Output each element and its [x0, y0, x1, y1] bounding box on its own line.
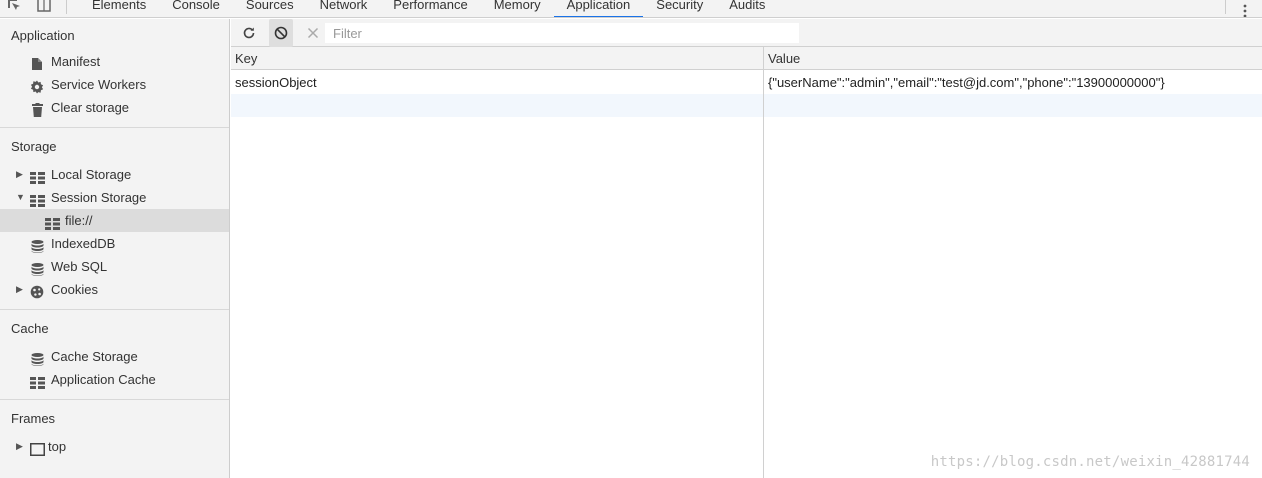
sidebar-item-label: Service Workers [51, 77, 147, 92]
tab-console[interactable]: Console [159, 0, 233, 17]
expand-arrow-icon[interactable]: ▶ [16, 163, 23, 186]
sidebar-item-local-storage[interactable]: ▶ Local Storage [0, 163, 229, 186]
section-header-storage: Storage [11, 139, 57, 154]
application-sidebar: Application Manifest Service Workers Cle… [0, 19, 230, 478]
tab-sources[interactable]: Sources [233, 0, 307, 17]
toolbar-separator [1225, 0, 1226, 14]
storage-data-grid: Key Value sessionObject {"userName":"adm… [231, 47, 1262, 478]
section-divider [0, 309, 229, 310]
sidebar-item-service-workers[interactable]: Service Workers [0, 73, 229, 96]
tab-memory[interactable]: Memory [481, 0, 554, 17]
section-divider [0, 127, 229, 128]
section-header-frames: Frames [11, 411, 56, 426]
delete-selected-button[interactable] [301, 19, 325, 47]
table-row[interactable]: sessionObject {"userName":"admin","email… [231, 71, 1262, 94]
expand-arrow-icon[interactable]: ▶ [16, 278, 23, 301]
tab-elements[interactable]: Elements [79, 0, 159, 17]
sidebar-item-clear-storage[interactable]: Clear storage [0, 96, 229, 119]
sidebar-item-session-origin[interactable]: file:// [0, 209, 229, 232]
sidebar-item-label: Application Cache [51, 372, 156, 387]
device-toolbar-icon[interactable] [30, 0, 60, 17]
sidebar-item-websql[interactable]: Web SQL [0, 255, 229, 278]
close-icon [307, 27, 319, 39]
sidebar-item-application-cache[interactable]: Application Cache [0, 368, 229, 391]
column-header-value[interactable]: Value [768, 47, 800, 70]
storage-toolbar [231, 19, 1262, 47]
storage-grid-icon [30, 373, 45, 396]
sidebar-item-label: Cache Storage [51, 349, 138, 364]
tab-performance[interactable]: Performance [380, 0, 480, 17]
tab-security[interactable]: Security [643, 0, 716, 17]
devtools-tab-bar: Elements Console Sources Network Perform… [0, 0, 1262, 18]
empty-row[interactable] [231, 94, 1262, 117]
sidebar-item-label: Manifest [51, 54, 101, 69]
cell-value[interactable]: {"userName":"admin","email":"test@jd.com… [768, 71, 1165, 94]
section-divider [0, 399, 229, 400]
sidebar-item-cache-storage[interactable]: Cache Storage [0, 345, 229, 368]
clear-all-button[interactable] [269, 19, 293, 47]
inspect-element-icon[interactable] [0, 0, 30, 17]
filter-input[interactable] [325, 23, 799, 43]
storage-view: Key Value sessionObject {"userName":"adm… [231, 19, 1262, 478]
frame-icon [30, 440, 45, 463]
refresh-button[interactable] [237, 19, 261, 47]
section-header-application: Application [11, 28, 75, 43]
section-header-cache: Cache [11, 321, 49, 336]
sidebar-item-session-storage[interactable]: ▼ Session Storage [0, 186, 229, 209]
refresh-icon [243, 27, 255, 39]
column-header-key[interactable]: Key [235, 47, 257, 70]
sidebar-item-label: Session Storage [51, 190, 147, 205]
cell-key[interactable]: sessionObject [235, 71, 317, 94]
trash-icon [32, 101, 43, 124]
collapse-arrow-icon[interactable]: ▼ [16, 186, 25, 209]
sidebar-item-cookies[interactable]: ▶ Cookies [0, 278, 229, 301]
watermark: https://blog.csdn.net/weixin_42881744 [930, 454, 1250, 470]
block-icon [274, 26, 288, 40]
toolbar-separator [66, 0, 67, 14]
tab-application[interactable]: Application [553, 0, 644, 17]
expand-arrow-icon[interactable]: ▶ [16, 435, 23, 458]
sidebar-item-frame-top[interactable]: ▶ top [0, 435, 229, 458]
cookie-icon [30, 283, 44, 306]
sidebar-item-label: Clear storage [51, 100, 130, 115]
sidebar-item-label: Local Storage [51, 167, 132, 182]
sidebar-item-label: Web SQL [51, 259, 108, 274]
tab-network[interactable]: Network [307, 0, 381, 17]
sidebar-item-label: top [48, 439, 67, 454]
tab-strip: Elements Console Sources Network Perform… [0, 0, 778, 17]
tab-audits[interactable]: Audits [716, 0, 778, 17]
column-divider[interactable] [763, 47, 764, 478]
grid-header: Key Value [231, 47, 1262, 70]
sidebar-item-label: IndexedDB [51, 236, 116, 251]
sidebar-item-label: Cookies [51, 282, 98, 297]
sidebar-item-manifest[interactable]: Manifest [0, 50, 229, 73]
sidebar-item-indexeddb[interactable]: IndexedDB [0, 232, 229, 255]
sidebar-item-label: file:// [65, 213, 93, 228]
more-options-icon[interactable] [1240, 0, 1250, 17]
